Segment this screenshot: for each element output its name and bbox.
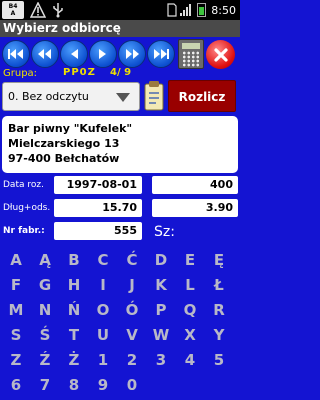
calculator-icon <box>182 43 200 49</box>
key-3[interactable]: 3 <box>150 350 172 370</box>
prev-page-button[interactable] <box>31 40 59 68</box>
date-value: 1997-08-01 <box>54 176 142 194</box>
date-label: Data roz. <box>3 180 44 190</box>
key-2[interactable]: 2 <box>121 350 143 370</box>
key-R[interactable]: R <box>208 300 230 320</box>
key-0[interactable]: 0 <box>121 375 143 395</box>
key-Ś[interactable]: Ś <box>34 325 56 345</box>
record-counter: 4/ 9 <box>110 67 132 78</box>
interest-value: 3.90 <box>152 199 238 217</box>
next-page-button[interactable] <box>118 40 146 68</box>
key-E[interactable]: E <box>179 250 201 270</box>
key-H[interactable]: H <box>63 275 85 295</box>
key-W[interactable]: W <box>150 325 172 345</box>
recipient-city: 97-400 Bełchatów <box>8 152 120 165</box>
play-back-icon <box>71 49 78 59</box>
key-7[interactable]: 7 <box>34 375 56 395</box>
app-logo-icon: B4 A <box>2 1 24 19</box>
next-record-button[interactable] <box>89 40 117 68</box>
window-title: Wybierz odbiorcę <box>0 20 240 37</box>
key-1[interactable]: 1 <box>92 350 114 370</box>
key-9[interactable]: 9 <box>92 375 114 395</box>
key-S[interactable]: S <box>5 325 27 345</box>
status-bar: B4 A 8:50 <box>0 0 240 20</box>
key-C[interactable]: C <box>92 250 114 270</box>
rewind-icon <box>38 49 51 59</box>
recipient-name: Bar piwny "Kufelek" <box>8 122 133 135</box>
fast-forward-icon <box>126 49 139 59</box>
signal-icon <box>180 4 192 16</box>
key-M[interactable]: M <box>5 300 27 320</box>
key-A[interactable]: A <box>5 250 27 270</box>
reading-status-value: 0. Bez odczytu <box>8 90 89 103</box>
key-Ł[interactable]: Ł <box>208 275 230 295</box>
key-Ń[interactable]: Ń <box>63 300 85 320</box>
key-Q[interactable]: Q <box>179 300 201 320</box>
battery-icon <box>197 3 207 17</box>
close-icon <box>213 47 228 62</box>
key-Ź[interactable]: Ź <box>34 350 56 370</box>
key-B[interactable]: B <box>63 250 85 270</box>
debt-label: Dług+ods. <box>3 203 51 213</box>
key-V[interactable]: V <box>121 325 143 345</box>
key-5[interactable]: 5 <box>208 350 230 370</box>
recipient-address: Bar piwny "Kufelek" Mielczarskiego 13 97… <box>2 116 238 173</box>
key-Ó[interactable]: Ó <box>121 300 143 320</box>
status-time: 8:50 <box>211 3 236 17</box>
reading-value: 400 <box>152 176 238 194</box>
key-P[interactable]: P <box>150 300 172 320</box>
play-icon <box>99 49 106 59</box>
key-L[interactable]: L <box>179 275 201 295</box>
skip-last-icon <box>154 49 169 59</box>
key-6[interactable]: 6 <box>5 375 27 395</box>
key-O[interactable]: O <box>92 300 114 320</box>
chevron-down-icon <box>116 93 130 102</box>
clipboard-icon[interactable] <box>143 80 165 112</box>
rozlicz-button[interactable]: Rozlicz <box>168 80 236 112</box>
key-K[interactable]: K <box>150 275 172 295</box>
sim-icon <box>167 3 177 17</box>
first-record-button[interactable] <box>2 40 30 68</box>
key-G[interactable]: G <box>34 275 56 295</box>
key-Ę[interactable]: Ę <box>208 250 230 270</box>
prev-record-button[interactable] <box>60 40 88 68</box>
key-Y[interactable]: Y <box>208 325 230 345</box>
usb-icon <box>53 3 63 18</box>
key-Ż[interactable]: Ż <box>63 350 85 370</box>
key-I[interactable]: I <box>92 275 114 295</box>
key-U[interactable]: U <box>92 325 114 345</box>
key-4[interactable]: 4 <box>179 350 201 370</box>
key-8[interactable]: 8 <box>63 375 85 395</box>
last-record-button[interactable] <box>147 40 175 68</box>
key-T[interactable]: T <box>63 325 85 345</box>
reading-status-select[interactable]: 0. Bez odczytu <box>2 82 140 111</box>
recipient-street: Mielczarskiego 13 <box>8 137 120 150</box>
skip-first-icon <box>8 49 23 59</box>
search-label: Sz: <box>154 224 175 240</box>
debt-value: 15.70 <box>54 199 142 217</box>
key-F[interactable]: F <box>5 275 27 295</box>
key-X[interactable]: X <box>179 325 201 345</box>
key-J[interactable]: J <box>121 275 143 295</box>
key-N[interactable]: N <box>34 300 56 320</box>
key-Z[interactable]: Z <box>5 350 27 370</box>
serial-label: Nr fabr.: <box>3 226 45 236</box>
group-label: Grupa: <box>3 68 38 79</box>
serial-value: 555 <box>54 222 142 240</box>
group-value: PP0Z <box>63 67 96 78</box>
warning-icon <box>30 2 46 18</box>
key-D[interactable]: D <box>150 250 172 270</box>
calculator-button[interactable] <box>178 39 204 69</box>
key-Ć[interactable]: Ć <box>121 250 143 270</box>
key-Ą[interactable]: Ą <box>34 250 56 270</box>
close-button[interactable] <box>206 40 235 69</box>
